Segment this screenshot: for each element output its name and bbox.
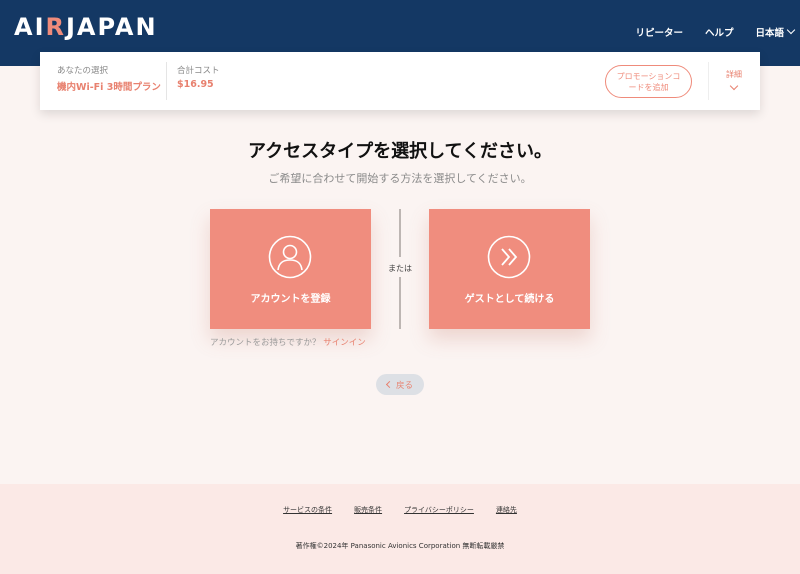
selection-block: あなたの選択 機内Wi-Fi 3時間プラン [57,64,161,93]
total-label: 合計コスト [177,66,220,76]
summary-divider [708,62,709,100]
total-value: $16.95 [177,79,214,90]
footer-links: サービスの条件 販売条件 プライバシーポリシー 連絡先 [0,505,800,515]
or-divider-line [399,277,401,329]
chevron-down-icon [729,81,739,91]
back-button[interactable]: 戻る [376,374,424,395]
selection-label: あなたの選択 [57,66,109,76]
continue-as-guest-card[interactable]: ゲストとして続ける [429,209,590,329]
user-icon [268,235,312,279]
footer-link-terms-of-service[interactable]: サービスの条件 [283,505,332,515]
header-nav: リピーター ヘルプ 日本語 [635,25,796,39]
or-divider-line [399,209,401,257]
details-label: 詳細 [726,70,742,79]
or-label: または [388,264,412,273]
copyright-text: 著作権©2024年 Panasonic Avionics Corporation… [295,542,505,550]
language-select[interactable]: 日本語 [755,25,796,39]
nav-repeater[interactable]: リピーター [635,25,683,39]
total-block: 合計コスト $16.95 [177,64,220,90]
double-chevron-right-icon [487,235,531,279]
chevron-left-icon [385,380,394,389]
page-title: アクセスタイプを選択してください。 [247,141,553,162]
signin-prompt: アカウントをお持ちですか？ サインイン [210,336,366,348]
selection-value: 機内Wi-Fi 3時間プラン [57,82,161,93]
footer-link-privacy-policy[interactable]: プライバシーポリシー [404,505,474,515]
footer-link-terms-of-sale[interactable]: 販売条件 [354,505,382,515]
chevron-down-icon [786,25,796,35]
footer-link-contact[interactable]: 連絡先 [496,505,517,515]
signin-link[interactable]: サインイン [323,338,366,348]
nav-help[interactable]: ヘルプ [705,25,734,39]
footer: サービスの条件 販売条件 プライバシーポリシー 連絡先 著作権©2024年 Pa… [0,484,800,574]
guest-card-label: ゲストとして続ける [464,294,555,305]
register-card-label: アカウントを登録 [250,294,331,305]
selection-summary: あなたの選択 機内Wi-Fi 3時間プラン 合計コスト $16.95 プロモーシ… [40,52,760,110]
page-subtitle: ご希望に合わせて開始する方法を選択してください。 [268,172,532,185]
back-button-label: 戻る [395,380,413,391]
details-toggle[interactable]: 詳細 [726,69,742,91]
logo-text: AIRJAPAN [14,13,158,41]
airjapan-logo[interactable]: AIRJAPAN [14,13,158,41]
signin-prompt-text: アカウントをお持ちですか？ [210,338,321,348]
summary-divider [166,62,167,100]
register-account-card[interactable]: アカウントを登録 [210,209,371,329]
add-promo-code-button[interactable]: プロモーションコードを追加 [605,65,692,98]
